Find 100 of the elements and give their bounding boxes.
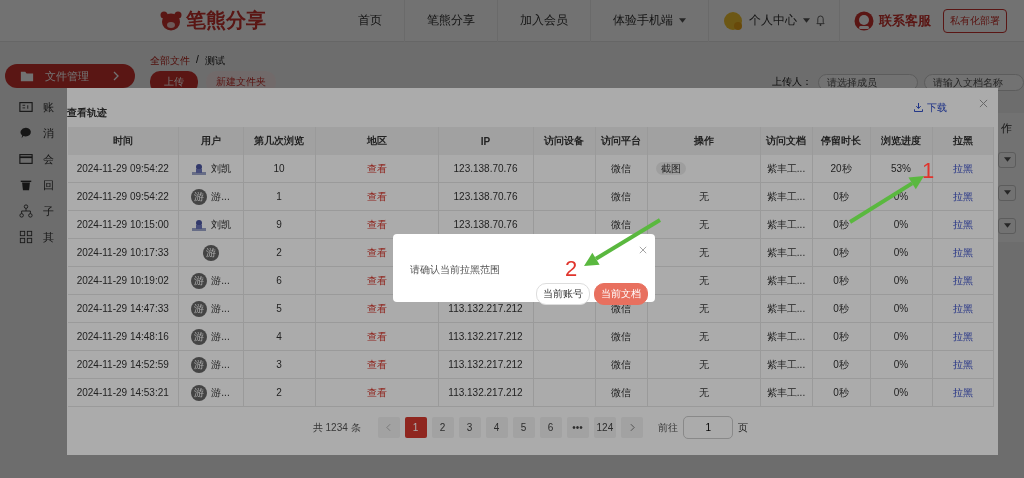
table-cell: 113.132.217.212 (448, 331, 523, 342)
table-cell: 53% (891, 163, 911, 174)
column-header: 拉黑 (952, 135, 973, 146)
table-cell: 紫丰工... (766, 218, 806, 230)
avatar: 游 (191, 328, 208, 345)
table-cell: 113.132.217.212 (448, 303, 523, 314)
annotation-number: 1 (922, 160, 935, 182)
table-cell: 10 (273, 163, 285, 174)
table-cell: 0秒 (833, 190, 849, 202)
table-cell: 紫丰工... (766, 330, 806, 342)
column-header: 地区 (366, 135, 387, 146)
table-cell: 2024-11-29 14:52:59 (76, 359, 169, 370)
user-name: 游... (211, 357, 230, 372)
table-cell: 0% (893, 303, 909, 314)
table-cell: 2024-11-29 09:54:22 (76, 191, 169, 202)
table-cell: 0秒 (833, 302, 849, 314)
table-cell: 微信 (611, 330, 631, 342)
table-cell: 紫丰工... (766, 274, 806, 286)
avatar: 游 (191, 272, 208, 289)
column-header: 访问设备 (544, 135, 584, 146)
breadcrumb-current: 测试 (204, 54, 225, 68)
table-cell: 紫丰工... (766, 190, 806, 202)
table-cell: 0% (893, 387, 909, 398)
table-cell: 微信 (611, 218, 631, 230)
column-header: 时间 (112, 135, 133, 146)
table-cell: 0秒 (833, 274, 849, 286)
table-cell: 无 (698, 330, 709, 342)
table-cell: 0秒 (833, 246, 849, 258)
column-header: 浏览进度 (881, 135, 921, 146)
table-cell: 无 (698, 274, 709, 286)
table-cell: 0% (893, 275, 909, 286)
breadcrumb-separator: / (196, 54, 199, 67)
table-cell: 无 (698, 190, 709, 202)
column-header: 停留时长 (821, 135, 861, 146)
table-cell: 无 (698, 358, 709, 370)
screenshot-tag: 截图 (655, 161, 686, 175)
table-cell: 0秒 (833, 218, 849, 230)
user-name: 刘凯 (210, 161, 231, 176)
user-name: 刘凯 (210, 217, 231, 232)
total-count: 共 1234 条 (312, 420, 361, 435)
table-cell: 5 (276, 303, 282, 314)
column-header: 第几次浏览 (254, 135, 304, 146)
table-cell: 1 (276, 191, 282, 202)
table-cell: 微信 (611, 162, 631, 174)
table-cell: 123.138.70.76 (453, 219, 518, 230)
table-cell: 9 (276, 219, 282, 230)
modal-title: 查看轨迹 (67, 106, 107, 120)
dialog-message: 请确认当前拉黑范围 (410, 263, 500, 277)
table-cell: 2024-11-29 10:15:00 (76, 219, 169, 230)
table-cell: 4 (276, 331, 282, 342)
table-cell: 无 (698, 386, 709, 398)
table-cell: 2024-11-29 14:48:16 (76, 331, 169, 342)
table-cell: 2024-11-29 09:54:22 (76, 163, 169, 174)
avatar: 游 (202, 244, 219, 261)
table-cell: 20秒 (830, 162, 852, 174)
user-name: 游... (211, 273, 230, 288)
table-cell: 0秒 (833, 330, 849, 342)
table-cell: 0% (893, 359, 909, 370)
table-cell: 2024-11-29 10:19:02 (76, 275, 169, 286)
table-cell: 微信 (611, 190, 631, 202)
table-cell: 113.132.217.212 (448, 359, 523, 370)
user-name: 游... (211, 329, 230, 344)
column-header: 访问平台 (601, 135, 641, 146)
table-cell: 6 (276, 275, 282, 286)
avatar: 游 (191, 356, 208, 373)
goto-label: 前往 (658, 420, 679, 435)
table-cell: 微信 (611, 386, 631, 398)
table-cell: 0% (893, 247, 909, 258)
table-cell: 123.138.70.76 (453, 163, 518, 174)
table-cell: 紫丰工... (766, 358, 806, 370)
table-cell: 0秒 (833, 358, 849, 370)
table-cell: 紫丰工... (766, 162, 806, 174)
table-cell: 紫丰工... (766, 246, 806, 258)
column-header: 用户 (200, 135, 221, 146)
table-cell: 无 (698, 246, 709, 258)
table-cell: 2 (276, 247, 282, 258)
page-suffix: 页 (738, 420, 749, 435)
table-cell: 0% (893, 331, 909, 342)
column-header: 操作 (693, 135, 714, 146)
user-name: 游... (211, 301, 230, 316)
user-name: 游... (211, 385, 230, 400)
user-name: 游... (211, 189, 230, 204)
table-cell: 无 (698, 218, 709, 230)
table-cell: 紫丰工... (766, 302, 806, 314)
avatar: 游 (191, 384, 208, 401)
table-cell: 0% (893, 219, 909, 230)
table-cell: 紫丰工... (766, 386, 806, 398)
avatar: 游 (191, 300, 208, 317)
table-cell: 0秒 (833, 386, 849, 398)
uploader-label: 上传人： (772, 75, 812, 89)
table-cell: 123.138.70.76 (453, 191, 518, 202)
table-cell: 113.132.217.212 (448, 387, 523, 398)
column-header: IP (480, 135, 491, 147)
table-cell: 2024-11-29 10:17:33 (76, 247, 169, 258)
logo-text: 笔熊分享 (186, 8, 266, 33)
table-cell: 2024-11-29 14:47:33 (76, 303, 169, 314)
table-cell: 2 (276, 387, 282, 398)
column-header: 访问文档 (766, 135, 806, 146)
table-cell: 2024-11-29 14:53:21 (76, 387, 169, 398)
avatar: 游 (191, 188, 208, 205)
